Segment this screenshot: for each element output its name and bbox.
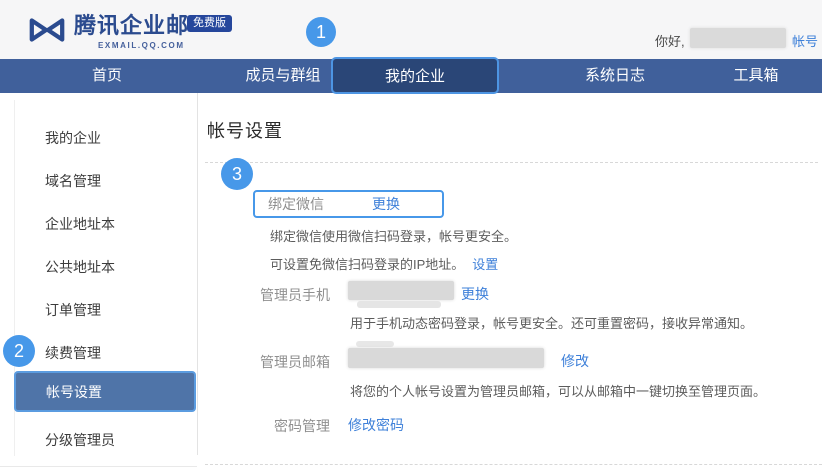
redaction-smudge [356,341,394,347]
wechat-binding-label: 绑定微信 [268,194,328,214]
sidebar-item-order-management[interactable]: 订单管理 [45,300,101,320]
redacted-username [690,28,786,48]
wechat-desc: 绑定微信使用微信扫码登录，帐号更安全。 [270,226,517,245]
callout-step-2: 2 [3,335,35,367]
greeting-text: 你好, [655,31,685,50]
admin-email-desc: 将您的个人帐号设置为管理员邮箱，可以从邮箱中一键切换至管理页面。 [350,381,766,400]
nav-tab-system-log[interactable]: 系统日志 [585,59,645,93]
sidebar-item-company-contacts[interactable]: 企业地址本 [45,214,115,234]
title-divider [205,162,818,163]
nav-tab-home[interactable]: 首页 [92,59,122,93]
wechat-ip-desc-text: 可设置免微信扫码登录的IP地址。 [270,257,464,272]
wechat-binding-highlight-box: 绑定微信 更换 [253,190,444,218]
nav-tab-my-company-label: 我的企业 [385,65,445,86]
wechat-ip-desc: 可设置免微信扫码登录的IP地址。设置 [270,254,498,273]
callout-step-3: 3 [221,158,253,190]
ip-settings-link[interactable]: 设置 [472,257,498,272]
redacted-phone-number [348,281,454,300]
redacted-email-address [348,348,544,368]
callout-step-1: 1 [306,17,336,47]
page-title: 帐号设置 [207,117,283,143]
sidebar-item-sub-admins[interactable]: 分级管理员 [45,430,115,450]
sidebar-bottom-border [0,466,197,467]
admin-phone-label: 管理员手机 [207,285,330,305]
redaction-smudge [357,301,441,308]
sidebar-item-domain-management[interactable]: 域名管理 [45,171,101,191]
phone-change-link[interactable]: 更换 [461,284,489,304]
sidebar-item-my-company[interactable]: 我的企业 [45,128,101,148]
admin-email-label: 管理员邮箱 [207,352,330,372]
bottom-divider [205,464,822,465]
email-modify-link[interactable]: 修改 [561,351,589,371]
exmail-bowtie-icon [28,15,66,45]
nav-tab-members[interactable]: 成员与群组 [245,59,320,93]
password-management-label: 密码管理 [207,416,330,436]
sidebar-item-public-contacts[interactable]: 公共地址本 [45,257,115,277]
admin-phone-desc: 用于手机动态密码登录，帐号更安全。还可重置密码，接收异常通知。 [350,313,753,332]
brand-domain: EXMAIL.QQ.COM [98,41,185,50]
sidebar-item-account-settings-label: 帐号设置 [46,382,102,402]
account-link[interactable]: 帐号 [792,31,818,50]
sidebar-item-account-settings-active[interactable]: 帐号设置 [14,371,196,412]
nav-tab-my-company-active[interactable]: 我的企业 [331,57,499,94]
change-password-link[interactable]: 修改密码 [348,415,404,435]
sidebar-item-renewal-management[interactable]: 续费管理 [45,343,101,363]
top-header: 腾讯企业邮 EXMAIL.QQ.COM 免费版 你好, 帐号 [0,0,822,59]
nav-tab-toolbox[interactable]: 工具箱 [733,59,778,93]
brand-name: 腾讯企业邮 [74,13,189,39]
wechat-change-link[interactable]: 更换 [372,194,400,214]
exmail-admin-page: 腾讯企业邮 EXMAIL.QQ.COM 免费版 你好, 帐号 首页 成员与群组 … [0,0,822,469]
free-edition-badge: 免费版 [187,15,232,32]
sidebar-divider [197,93,198,455]
